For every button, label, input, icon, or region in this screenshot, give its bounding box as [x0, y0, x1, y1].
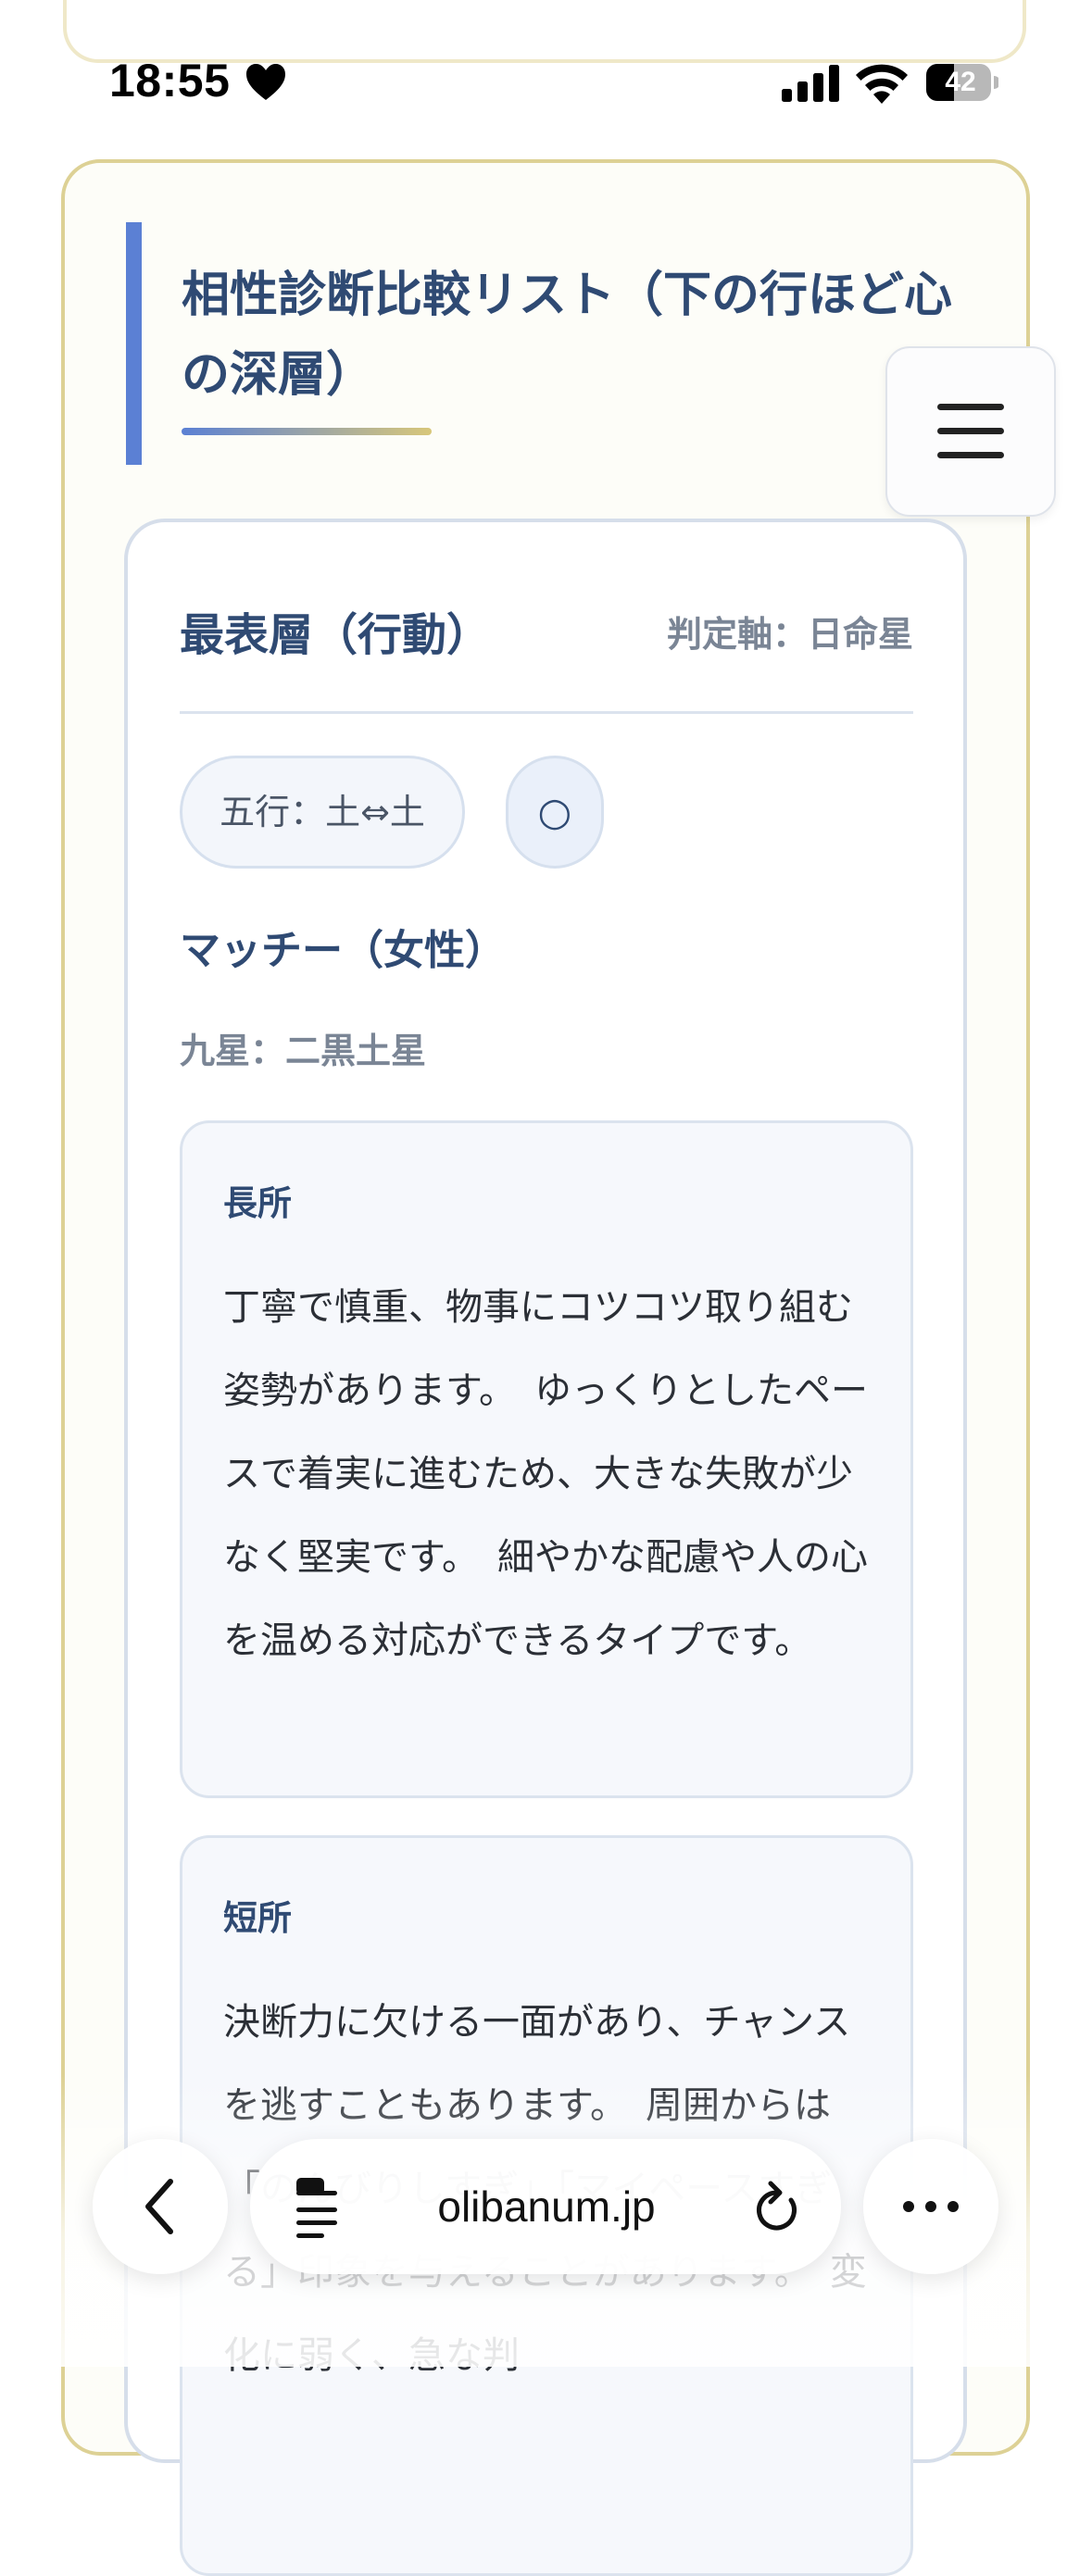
menu-button[interactable]	[885, 346, 1056, 517]
chevron-left-icon	[145, 2179, 173, 2234]
status-time: 18:55	[109, 55, 231, 106]
address-bar[interactable]: olibanum.jp	[250, 2139, 841, 2274]
element-chip: 五行：土⇔土	[180, 756, 465, 869]
strengths-heading: 長所	[223, 1183, 292, 1223]
wifi-icon	[856, 64, 908, 104]
nine-star-label: 九星：二黒土星	[180, 1031, 427, 1071]
more-dots-icon	[903, 2201, 959, 2212]
back-button[interactable]	[93, 2139, 228, 2274]
cellular-signal-icon	[782, 65, 839, 102]
divider	[180, 711, 913, 714]
strengths-box: 長所 丁寧で慎重、物事にコツコツ取り組む姿勢があります。 ゆっくりとしたペースで…	[180, 1120, 913, 1798]
title-underline	[182, 428, 432, 435]
page-menu-icon	[296, 2178, 337, 2238]
battery-level: 42	[945, 67, 976, 97]
page-heading: 相性診断比較リスト（下の行ほど心の深層）	[126, 222, 960, 465]
page-title: 相性診断比較リスト（下の行ほど心の深層）	[182, 268, 953, 403]
person-name: マッチー（女性）	[180, 927, 506, 974]
strengths-text: 丁寧で慎重、物事にコツコツ取り組む姿勢があります。 ゆっくりとしたペースで着実に…	[223, 1286, 868, 1662]
heading-accent-bar	[126, 222, 142, 465]
hamburger-menu-icon	[937, 404, 1004, 458]
status-bar: 18:55 42	[0, 48, 1092, 113]
compatibility-rating-badge: ○	[506, 756, 604, 869]
url-text: olibanum.jp	[437, 2182, 656, 2231]
axis-label: 判定軸：日命星	[666, 614, 913, 655]
layer-title: 最表層（行動）	[180, 609, 492, 661]
weaknesses-heading: 短所	[223, 1898, 292, 1938]
reload-icon[interactable]	[750, 2180, 802, 2235]
heart-icon	[246, 64, 285, 100]
more-options-button[interactable]	[863, 2139, 998, 2274]
